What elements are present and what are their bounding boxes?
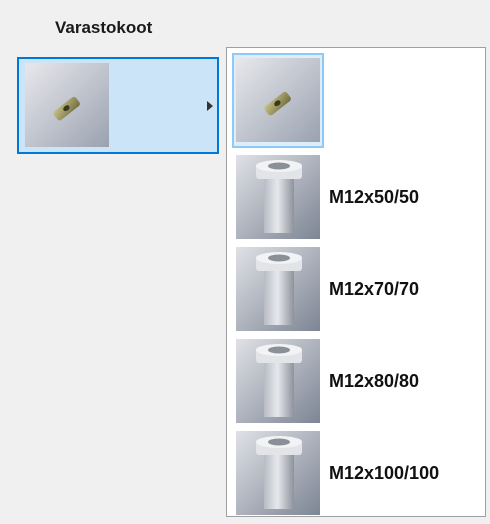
bushing-icon (236, 247, 320, 331)
item-label: M12x70/70 (329, 278, 420, 299)
group-title: Varastokoot (55, 18, 153, 37)
bushing-icon (236, 431, 320, 515)
dropdown-item[interactable]: M12x80/80 (232, 335, 480, 427)
dropdown-item-nut[interactable] (232, 53, 480, 148)
dropdown-item[interactable]: M12x50/50 (232, 151, 480, 243)
bushing-icon (236, 339, 320, 423)
item-label: M12x100/100 (329, 462, 440, 483)
selected-highlight (232, 53, 324, 148)
size-dropdown[interactable]: M12x50/50 M12x70/70 M12x80/80 M12x100/10… (226, 47, 486, 517)
nut-thumbnail-icon (236, 58, 320, 142)
bushing-icon (236, 155, 320, 239)
item-label: M12x80/80 (329, 370, 420, 391)
submenu-arrow-icon (207, 101, 213, 111)
size-selector[interactable] (17, 57, 219, 154)
dropdown-item[interactable]: M12x70/70 (232, 243, 480, 335)
item-label: M12x50/50 (329, 186, 420, 207)
nut-thumbnail-icon (25, 63, 109, 147)
dropdown-item[interactable]: M12x100/100 (232, 427, 480, 519)
